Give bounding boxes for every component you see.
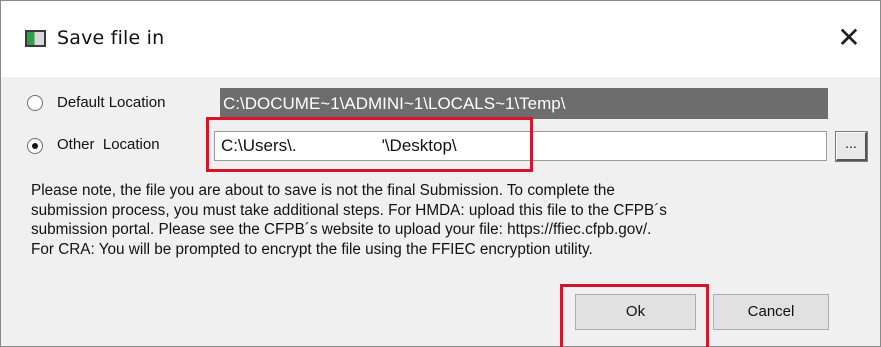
- other-location-label[interactable]: Other Location: [57, 136, 160, 153]
- browse-button[interactable]: ...: [835, 131, 868, 162]
- default-location-radio[interactable]: [27, 95, 43, 111]
- dialog-title: Save file in: [57, 27, 165, 49]
- ok-button[interactable]: Ok: [575, 294, 696, 330]
- save-file-dialog: Save file in ✕ Default Location C:\DOCUM…: [0, 0, 881, 347]
- title-bar[interactable]: Save file in ✕: [1, 1, 880, 77]
- note-line: submission process, you must take additi…: [31, 201, 667, 219]
- other-location-input[interactable]: C:\Users\. '\Desktop\: [214, 131, 827, 161]
- default-location-label[interactable]: Default Location: [57, 94, 165, 111]
- submission-note: Please note, the file you are about to s…: [31, 181, 861, 259]
- close-button[interactable]: ✕: [832, 21, 866, 55]
- radio-selected-dot: [32, 143, 38, 149]
- note-line: Please note, the file you are about to s…: [31, 182, 615, 199]
- app-window-icon: [25, 30, 46, 47]
- cancel-button[interactable]: Cancel: [713, 294, 829, 330]
- note-line: submission portal. Please see the CFPB´s…: [31, 221, 652, 238]
- default-location-path: C:\DOCUME~1\ADMINI~1\LOCALS~1\Temp\: [220, 88, 828, 119]
- note-line: For CRA: You will be prompted to encrypt…: [31, 240, 593, 258]
- other-location-radio[interactable]: [27, 138, 43, 154]
